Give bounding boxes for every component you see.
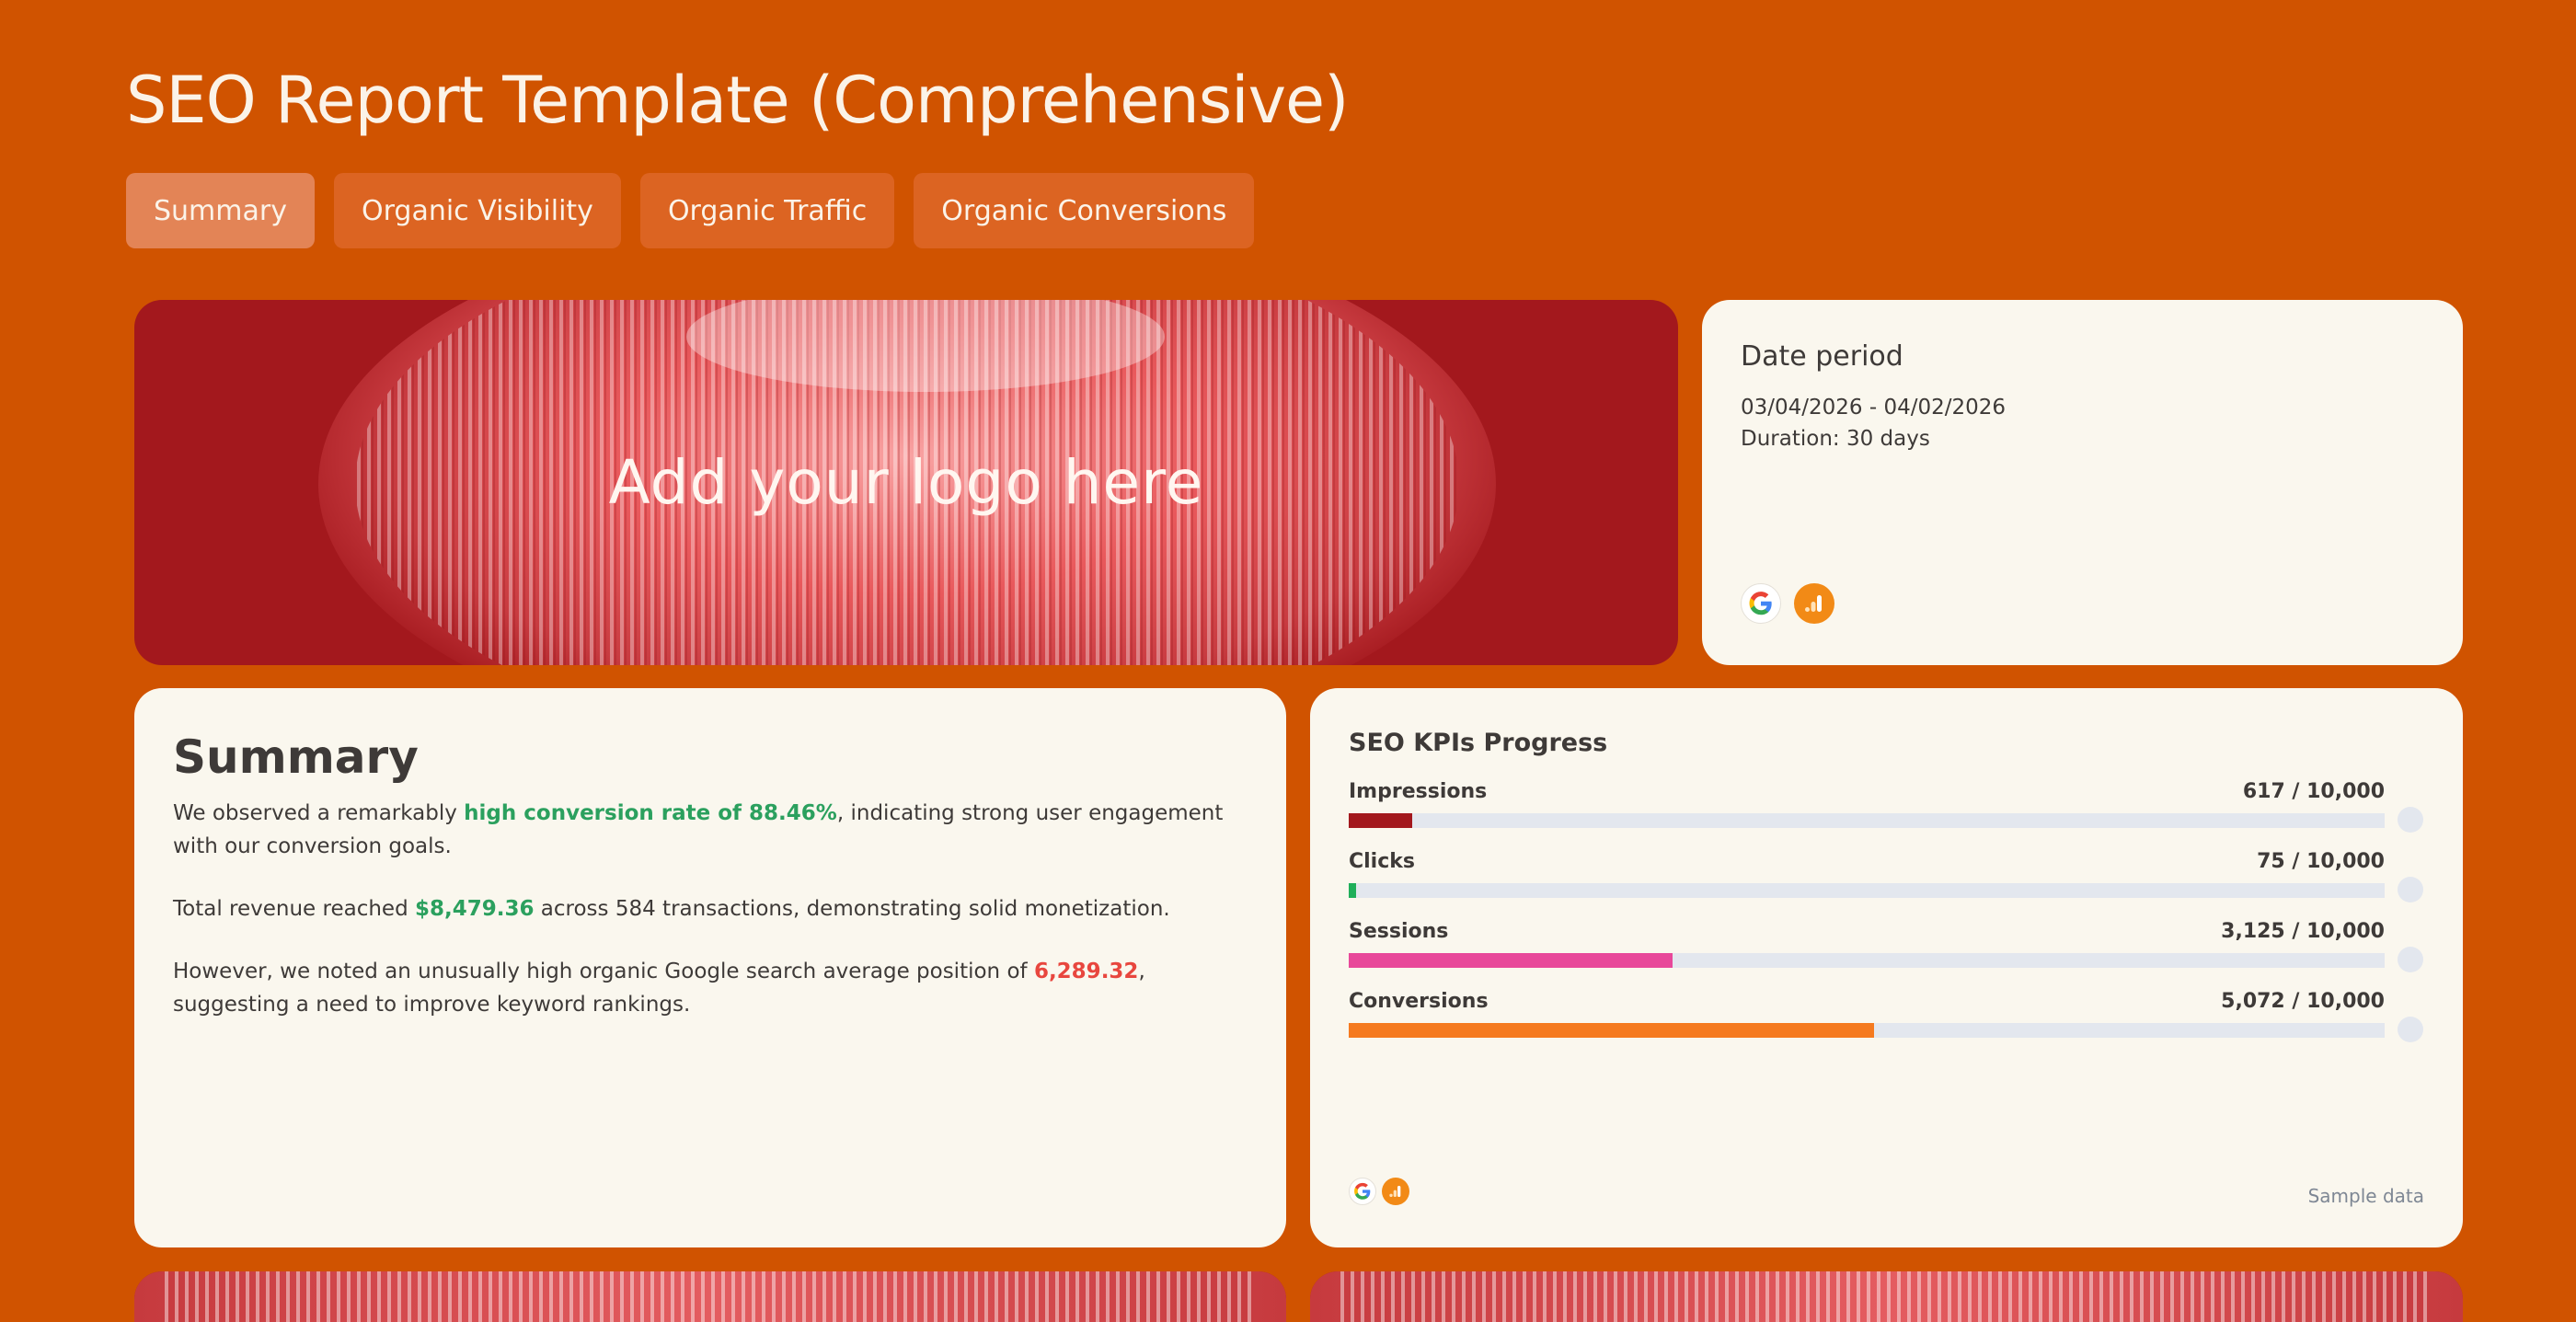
kpi-label: Sessions: [1349, 920, 1449, 943]
kpi-progress-fill: [1349, 1023, 1875, 1038]
kpi-progress-fill: [1349, 953, 1673, 968]
kpi-progress-fill: [1349, 883, 1357, 898]
kpi-value: 5,072 / 10,000: [2221, 990, 2385, 1013]
analytics-icon: [1382, 1178, 1409, 1205]
kpi-target-dot: [2398, 807, 2423, 833]
kpi-label: Conversions: [1349, 990, 1489, 1013]
tab-organic-visibility[interactable]: Organic Visibility: [333, 173, 621, 248]
kpi-value: 3,125 / 10,000: [2221, 920, 2385, 943]
date-period-card: Date period 03/04/2026 - 04/02/2026 Dura…: [1702, 300, 2463, 665]
tab-organic-conversions[interactable]: Organic Conversions: [914, 173, 1255, 248]
conversion-rate-highlight: high conversion rate of 88.46%: [464, 801, 837, 825]
date-duration: Duration: 30 days: [1741, 427, 1930, 451]
kpi-title: SEO KPIs Progress: [1349, 729, 1608, 757]
position-highlight: 6,289.32: [1033, 960, 1139, 983]
banner-art: [1310, 1271, 2463, 1322]
kpi-label: Impressions: [1349, 780, 1488, 803]
kpi-row-impressions: Impressions 617 / 10,000: [1349, 780, 2423, 845]
data-sources: [1741, 583, 1834, 624]
kpi-value: 75 / 10,000: [2257, 850, 2385, 873]
page-title: SEO Report Template (Comprehensive): [126, 63, 1349, 138]
kpi-progress-track: [1349, 953, 2385, 968]
tab-bar: Summary Organic Visibility Organic Traff…: [126, 173, 1255, 248]
sample-data-note: Sample data: [2307, 1185, 2424, 1207]
kpi-target-dot: [2398, 947, 2423, 972]
revenue-highlight: $8,479.36: [414, 897, 535, 921]
summary-paragraph-position: However, we noted an unusually high orga…: [173, 960, 1145, 1017]
summary-card: Summary We observed a remarkably high co…: [134, 688, 1286, 1247]
tab-summary[interactable]: Summary: [126, 173, 315, 248]
summary-paragraph-conversion: We observed a remarkably high conversion…: [173, 801, 1224, 858]
date-period-title: Date period: [1741, 340, 1903, 373]
kpi-progress-fill: [1349, 813, 1413, 828]
kpi-label: Clicks: [1349, 850, 1415, 873]
google-icon: [1741, 583, 1781, 624]
bottom-banner-left: [134, 1271, 1286, 1322]
summary-title: Summary: [173, 730, 419, 784]
google-icon: [1349, 1178, 1376, 1205]
tab-organic-traffic[interactable]: Organic Traffic: [639, 173, 895, 248]
kpi-progress-card: SEO KPIs Progress Impressions 617 / 10,00…: [1310, 688, 2463, 1247]
bottom-banner-right: [1310, 1271, 2463, 1322]
kpi-progress-track: [1349, 883, 2385, 898]
kpi-target-dot: [2398, 1017, 2423, 1042]
analytics-icon: [1794, 583, 1834, 624]
kpi-row-conversions: Conversions 5,072 / 10,000: [1349, 990, 2423, 1054]
summary-paragraph-revenue: Total revenue reached $8,479.36 across 5…: [173, 897, 1170, 921]
logo-placeholder-text: Add your logo here: [608, 447, 1204, 518]
kpi-value: 617 / 10,000: [2242, 780, 2385, 803]
banner-art: [134, 1271, 1286, 1322]
kpi-progress-track: [1349, 1023, 2385, 1038]
kpi-progress-track: [1349, 813, 2385, 828]
kpi-target-dot: [2398, 877, 2423, 902]
kpi-row-sessions: Sessions 3,125 / 10,000: [1349, 920, 2423, 984]
kpi-data-sources: [1349, 1178, 1409, 1205]
date-range: 03/04/2026 - 04/02/2026: [1741, 396, 2007, 420]
kpi-row-clicks: Clicks 75 / 10,000: [1349, 850, 2423, 914]
logo-banner[interactable]: Add your logo here: [134, 300, 1678, 665]
